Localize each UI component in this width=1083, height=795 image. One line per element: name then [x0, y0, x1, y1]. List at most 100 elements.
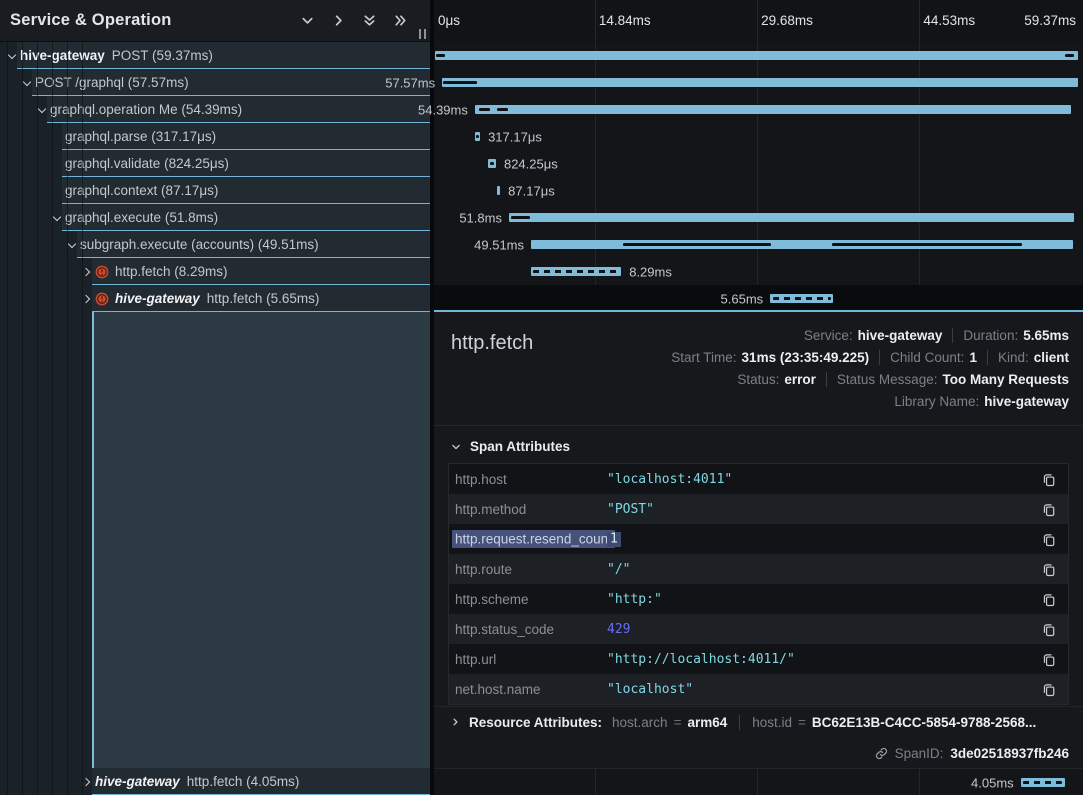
expand-chevron-icon[interactable]: [68, 241, 77, 250]
span-duration-bar[interactable]: 5.65ms: [770, 294, 833, 303]
expand-chevron-icon[interactable]: [38, 106, 47, 115]
attribute-value: "http://localhost:4011/": [607, 652, 1034, 667]
span-duration-bar[interactable]: 54.39ms: [475, 105, 1071, 114]
span-duration-bar[interactable]: 87.17μs: [497, 186, 500, 195]
time-tick-label: 0μs: [438, 0, 460, 42]
expand-chevron-icon[interactable]: [23, 79, 32, 88]
expand-chevron-icon[interactable]: [83, 268, 92, 277]
gridline: [919, 769, 920, 795]
copy-icon[interactable]: [1042, 472, 1056, 487]
trace-viewer: Service & Operation: [0, 0, 1083, 795]
attribute-key: http.method: [455, 502, 607, 517]
tree-row-bottom[interactable]: hive-gateway http.fetch (4.05ms): [0, 768, 430, 795]
panel-resize-handle[interactable]: [419, 29, 426, 39]
resource-attributes-header[interactable]: Resource Attributes:: [451, 715, 602, 730]
tree-row[interactable]: hive-gateway http.fetch (5.65ms): [0, 285, 430, 312]
resource-attributes-row[interactable]: Resource Attributes: host.arch = arm64 h…: [434, 706, 1083, 738]
timeline-row[interactable]: 49.51ms: [434, 231, 1083, 258]
span-operation-label: graphql.operation Me (54.39ms): [50, 102, 242, 117]
tree-row[interactable]: hive-gateway POST (59.37ms): [0, 42, 430, 69]
copy-icon[interactable]: [1042, 622, 1056, 637]
link-icon[interactable]: [875, 747, 888, 760]
meta-item: Start Time: 31ms (23:35:49.225): [671, 350, 869, 365]
meta-item: Status Message: Too Many Requests: [826, 372, 1069, 387]
span-title: http.fetch: [451, 324, 533, 412]
timeline-row[interactable]: 54.39ms: [434, 96, 1083, 123]
meta-label: Library Name:: [894, 394, 979, 409]
meta-item: Library Name: hive-gateway: [894, 394, 1069, 409]
collapse-one-chevron-down-icon[interactable]: [299, 13, 315, 29]
service-operation-panel: Service & Operation: [0, 0, 430, 795]
attribute-row[interactable]: http.method "POST": [449, 494, 1068, 524]
attribute-key: http.scheme: [455, 592, 607, 607]
collapse-one-chevron-right-icon[interactable]: [330, 13, 346, 29]
timeline-row[interactable]: 57.57ms: [434, 69, 1083, 96]
span-operation-label: graphql.execute (51.8ms): [65, 210, 218, 225]
time-tick-label: 44.53ms: [923, 0, 975, 42]
span-duration-bar[interactable]: 824.25μs: [488, 159, 496, 168]
tree-row[interactable]: graphql.execute (51.8ms): [0, 204, 430, 231]
tree-row[interactable]: subgraph.execute (accounts) (49.51ms): [0, 231, 430, 258]
span-duration-bar[interactable]: [435, 51, 1078, 60]
copy-icon[interactable]: [1042, 652, 1056, 667]
section-chevron-right-icon[interactable]: [451, 715, 460, 730]
resource-item: host.id = BC62E13B-C4CC-5854-9788-2568..…: [739, 715, 1036, 730]
resource-value: arm64: [687, 715, 727, 730]
meta-value: Too Many Requests: [942, 372, 1069, 387]
attribute-row[interactable]: http.host "localhost:4011": [449, 464, 1068, 494]
attribute-row[interactable]: http.scheme "http:": [449, 584, 1068, 614]
expand-chevron-icon[interactable]: [53, 214, 62, 223]
span-operation-label: graphql.validate (824.25μs): [65, 156, 229, 171]
timeline-row-bottom[interactable]: 4.05ms: [434, 768, 1083, 795]
attribute-key: http.request.resend_count: [455, 532, 607, 547]
service-name: hive-gateway: [95, 774, 180, 789]
timeline-row[interactable]: 51.8ms: [434, 204, 1083, 231]
tree-row[interactable]: graphql.operation Me (54.39ms): [0, 96, 430, 123]
tree-row[interactable]: http.fetch (8.29ms): [0, 258, 430, 285]
expand-chevron-icon[interactable]: [8, 52, 17, 61]
meta-item: Status: error: [737, 372, 816, 387]
span-attributes-header[interactable]: Span Attributes: [434, 426, 1083, 463]
tree-row-content: graphql.parse (317.17μs): [0, 123, 430, 150]
attribute-value: "POST": [607, 502, 1034, 517]
tree-row[interactable]: graphql.context (87.17μs): [0, 177, 430, 204]
timeline-row[interactable]: 317.17μs: [434, 123, 1083, 150]
copy-icon[interactable]: [1042, 502, 1056, 517]
span-duration-bar[interactable]: 4.05ms: [1021, 778, 1065, 787]
timeline-row[interactable]: 87.17μs: [434, 177, 1083, 204]
attribute-row[interactable]: net.host.name "localhost": [449, 674, 1068, 704]
expand-chevron-icon[interactable]: [83, 295, 92, 304]
tree-row-content: hive-gateway http.fetch (4.05ms): [0, 768, 430, 795]
timeline-row[interactable]: [434, 42, 1083, 69]
tree-toolbar: [299, 0, 408, 41]
section-chevron-down-icon[interactable]: [451, 442, 461, 452]
attribute-value: "/": [607, 562, 1034, 577]
span-duration-bar[interactable]: 317.17μs: [475, 132, 480, 141]
meta-line: Start Time: 31ms (23:35:49.225) Child Co…: [671, 346, 1069, 368]
expand-all-double-chevron-down-icon[interactable]: [361, 13, 377, 29]
tree-row[interactable]: graphql.validate (824.25μs): [0, 150, 430, 177]
span-tree: hive-gateway POST (59.37ms): [0, 42, 430, 795]
timeline-row[interactable]: 824.25μs: [434, 150, 1083, 177]
attribute-key: http.url: [455, 652, 607, 667]
copy-icon[interactable]: [1042, 592, 1056, 607]
attribute-row[interactable]: http.route "/": [449, 554, 1068, 584]
tree-row[interactable]: graphql.parse (317.17μs): [0, 123, 430, 150]
span-duration-bar[interactable]: 49.51ms: [531, 240, 1073, 249]
span-duration-bar[interactable]: 8.29ms: [531, 267, 621, 276]
gridline: [757, 0, 758, 42]
copy-icon[interactable]: [1042, 562, 1056, 577]
span-duration-bar[interactable]: 51.8ms: [509, 213, 1074, 222]
tree-row[interactable]: POST /graphql (57.57ms): [0, 69, 430, 96]
attribute-row[interactable]: http.status_code 429: [449, 614, 1068, 644]
copy-icon[interactable]: [1042, 532, 1056, 547]
timeline-row[interactable]: 5.65ms: [434, 285, 1083, 312]
attribute-row[interactable]: http.url "http://localhost:4011/": [449, 644, 1068, 674]
timeline-row[interactable]: 8.29ms: [434, 258, 1083, 285]
tree-row-content: hive-gateway http.fetch (5.65ms): [0, 285, 430, 312]
expand-chevron-icon[interactable]: [83, 778, 92, 787]
copy-icon[interactable]: [1042, 682, 1056, 697]
collapse-all-double-chevron-right-icon[interactable]: [392, 13, 408, 29]
attribute-row[interactable]: http.request.resend_count 1: [449, 524, 1068, 554]
span-duration-bar[interactable]: 57.57ms: [442, 78, 1078, 87]
